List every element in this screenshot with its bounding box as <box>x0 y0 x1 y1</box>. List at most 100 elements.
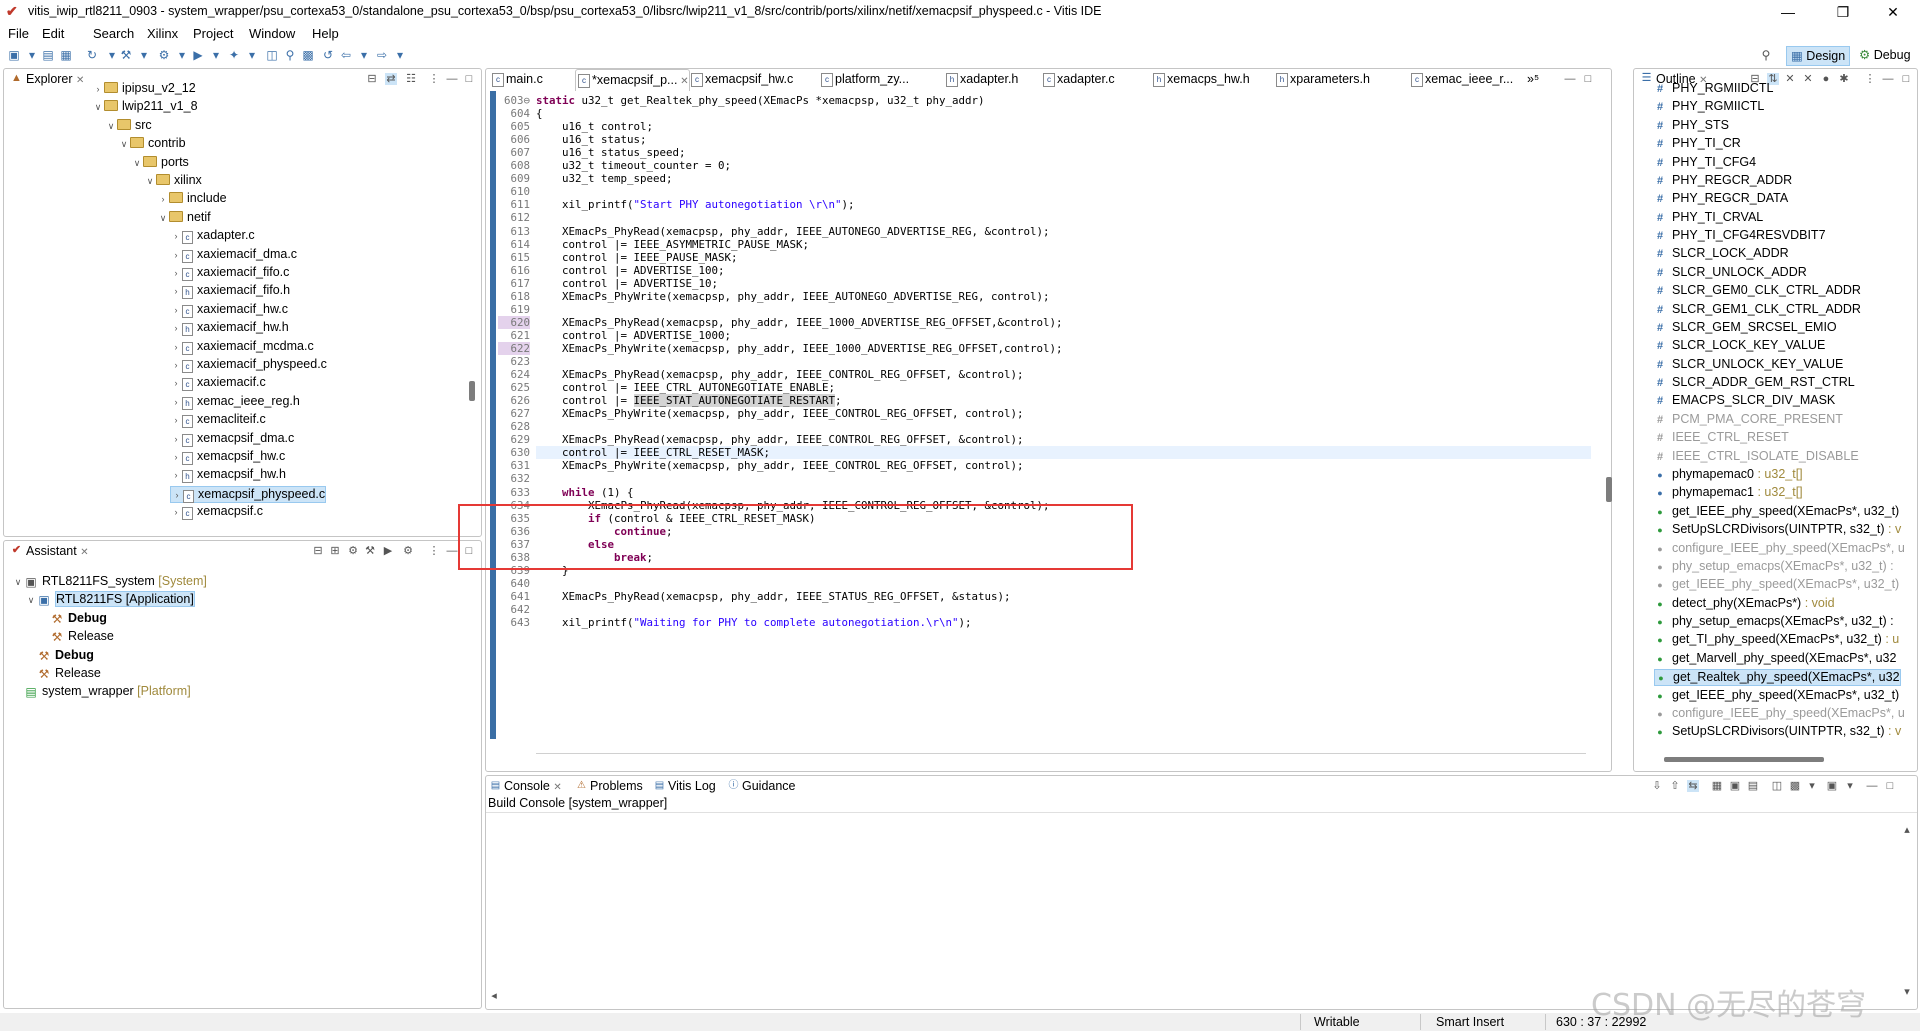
code-line[interactable]: u16_t status; <box>536 133 1591 146</box>
dropdown-icon[interactable]: ▾ <box>24 47 40 63</box>
assistant-item[interactable]: ∨ ▣ RTL8211FS_system [System] <box>12 574 207 589</box>
code-line[interactable] <box>536 603 1591 616</box>
chevron-down-icon[interactable]: ∨ <box>118 137 130 152</box>
prev-edit-icon[interactable]: ⇦ <box>338 47 354 63</box>
code-line[interactable] <box>536 577 1591 590</box>
minimize-view-icon[interactable]: — <box>446 545 458 557</box>
outline-item[interactable]: ● configure_IEEE_phy_speed(XEmacPs*, u <box>1654 706 1905 721</box>
assistant-item[interactable]: ⚒ Release <box>25 666 101 681</box>
search-icon[interactable]: ⚲ <box>282 47 298 63</box>
explorer-item[interactable]: ∨ xilinx <box>144 173 202 188</box>
outline-item[interactable]: # SLCR_GEM1_CLK_CTRL_ADDR <box>1654 302 1861 317</box>
menu-edit[interactable]: Edit <box>42 26 64 41</box>
scroll-lock-icon[interactable]: ⇩ <box>1651 780 1663 792</box>
outline-item[interactable]: ● phy_setup_emacps(XEmacPs*, u32_t) : <box>1654 559 1893 574</box>
code-line[interactable] <box>536 420 1591 433</box>
search-icon[interactable]: ⚲ <box>1758 47 1774 63</box>
settings-icon[interactable]: ⚙ <box>347 545 359 557</box>
minimize-view-icon[interactable]: — <box>446 73 458 85</box>
open-console-icon[interactable]: ◫ <box>1771 780 1783 792</box>
code-line[interactable]: XEmacPs_PhyWrite(xemacpsp, phy_addr, IEE… <box>536 290 1591 303</box>
save-icon[interactable]: ▤ <box>40 47 56 63</box>
explorer-item[interactable]: › c xaxiemacif_fifo.c <box>170 265 289 281</box>
code-line[interactable]: while (1) { <box>536 486 1591 499</box>
chevron-right-icon[interactable]: › <box>170 248 182 263</box>
external-tools-icon[interactable]: ✦ <box>226 47 242 63</box>
debug-bug-icon[interactable]: ⚙ <box>402 545 414 557</box>
filter-icon[interactable]: ☷ <box>405 73 417 85</box>
dropdown-icon[interactable]: ▾ <box>136 47 152 63</box>
outline-item[interactable]: # PHY_TI_CFG4 <box>1654 155 1756 170</box>
dropdown-icon[interactable]: ▾ <box>208 47 224 63</box>
dropdown-icon[interactable]: ▾ <box>1806 780 1818 792</box>
dropdown-icon[interactable]: ▾ <box>356 47 372 63</box>
code-line[interactable]: control |= ADVERTISE_100; <box>536 264 1591 277</box>
outline-item[interactable]: ● get_IEEE_phy_speed(XEmacPs*, u32_t) <box>1654 688 1899 703</box>
outline-item[interactable]: # PHY_TI_CRVAL <box>1654 210 1763 225</box>
chevron-right-icon[interactable]: › <box>170 432 182 447</box>
outline-item[interactable]: # IEEE_CTRL_RESET <box>1654 430 1789 445</box>
outline-item[interactable]: # PHY_STS <box>1654 118 1729 133</box>
code-line[interactable] <box>536 211 1591 224</box>
explorer-item[interactable]: ∨ ports <box>131 155 189 170</box>
chevron-down-icon[interactable]: ∨ <box>105 119 117 134</box>
explorer-item[interactable]: › h xemac_ieee_reg.h <box>170 394 300 410</box>
tab-vitis-log[interactable]: ▤ Vitis Log <box>652 777 716 795</box>
forward-icon[interactable]: ⇨ <box>374 47 390 63</box>
code-line[interactable]: XEmacPs_PhyRead(xemacpsp, phy_addr, IEEE… <box>536 368 1591 381</box>
menu-help[interactable]: Help <box>312 26 339 41</box>
outline-item[interactable]: ● get_Realtek_phy_speed(XEmacPs*, u32 <box>1654 669 1901 687</box>
maximize-button[interactable]: ❐ <box>1820 2 1866 22</box>
view-menu-icon[interactable]: ⋮ <box>428 545 440 557</box>
outline-item[interactable]: ● phy_setup_emacps(XEmacPs*, u32_t) : <box>1654 614 1893 629</box>
code-line[interactable]: control |= IEEE_STAT_AUTONEGOTIATE_RESTA… <box>536 394 1591 408</box>
chevron-right-icon[interactable]: › <box>170 340 182 355</box>
editor-tab[interactable]: c xemacpsif_hw.c <box>689 69 793 90</box>
code-area[interactable]: 603⊖ static u32_t get_Realtek_phy_speed(X… <box>498 91 1593 741</box>
code-line[interactable]: control |= IEEE_CTRL_RESET_MASK; <box>536 446 1591 460</box>
explorer-item[interactable]: › c xaxiemacif.c <box>170 375 266 392</box>
hide-fields-icon[interactable]: ✕ <box>1784 73 1796 85</box>
explorer-item[interactable]: › include <box>157 191 227 206</box>
dropdown-icon[interactable]: ▾ <box>1844 780 1856 792</box>
terminal-icon[interactable]: ▩ <box>300 47 316 63</box>
outline-item[interactable]: ● SetUpSLCRDivisors(UINTPTR, s32_t) : v <box>1654 724 1901 739</box>
outline-item[interactable]: ● get_TI_phy_speed(XEmacPs*, u32_t) : u <box>1654 632 1899 647</box>
collapse-all-icon[interactable]: ⊟ <box>366 73 378 85</box>
editor-tab[interactable]: h xadapter.h <box>944 69 1018 90</box>
run-icon[interactable]: ▶ <box>382 545 394 557</box>
assistant-item[interactable]: ∨ ▣ RTL8211FS [Application] <box>25 591 195 608</box>
view-menu-icon[interactable]: ⋮ <box>428 73 440 85</box>
editor-scrollbar[interactable] <box>1606 477 1612 502</box>
paste-icon[interactable]: ▤ <box>1747 780 1759 792</box>
code-line[interactable]: u32_t temp_speed; <box>536 172 1591 185</box>
code-line[interactable]: control |= IEEE_PAUSE_MASK; <box>536 251 1591 264</box>
scroll-up-icon[interactable]: ▴ <box>1901 824 1913 836</box>
outline-item[interactable]: # SLCR_ADDR_GEM_RST_CTRL <box>1654 375 1855 390</box>
tab-guidance[interactable]: ⓘ Guidance <box>726 777 796 795</box>
perspective-design[interactable]: ▦ Design <box>1786 46 1851 66</box>
group-icon[interactable]: ✱ <box>1838 73 1850 85</box>
code-line[interactable] <box>536 355 1591 368</box>
outline-item[interactable]: # PHY_RGMIICTL <box>1654 99 1764 114</box>
outline-item[interactable]: # SLCR_LOCK_ADDR <box>1654 246 1789 261</box>
close-tab-icon[interactable]: ✕ <box>80 547 88 558</box>
editor-tab[interactable]: c platform_zy... <box>819 69 909 90</box>
explorer-item[interactable]: ∨ lwip211_v1_8 <box>92 99 198 114</box>
menu-search[interactable]: Search <box>93 26 134 41</box>
menu-window[interactable]: Window <box>249 26 295 41</box>
outline-item[interactable]: ● phymapemac1 : u32_t[] <box>1654 485 1802 500</box>
explorer-item[interactable]: › ipipsu_v2_12 <box>92 81 196 96</box>
outline-item[interactable]: ● detect_phy(XEmacPs*) : void <box>1654 596 1834 611</box>
open-type-icon[interactable]: ◫ <box>264 47 280 63</box>
code-line[interactable]: XEmacPs_PhyRead(xemacpsp, phy_addr, IEEE… <box>536 225 1591 238</box>
outline-item[interactable]: # SLCR_GEM_SRCSEL_EMIO <box>1654 320 1837 335</box>
explorer-item[interactable]: › c xaxiemacif_hw.c <box>170 302 288 318</box>
tab-problems[interactable]: ⚠ Problems <box>574 777 643 795</box>
new-console-icon[interactable]: ▣ <box>1826 780 1838 792</box>
code-line[interactable]: xil_printf("Start PHY autonegotiation \r… <box>536 198 1591 211</box>
assistant-item[interactable]: ⚒ Release <box>38 629 114 644</box>
maximize-view-icon[interactable]: □ <box>1582 73 1594 85</box>
explorer-item[interactable]: › c xaxiemacif_dma.c <box>170 247 297 263</box>
outline-item[interactable]: ● configure_IEEE_phy_speed(XEmacPs*, u <box>1654 541 1905 556</box>
